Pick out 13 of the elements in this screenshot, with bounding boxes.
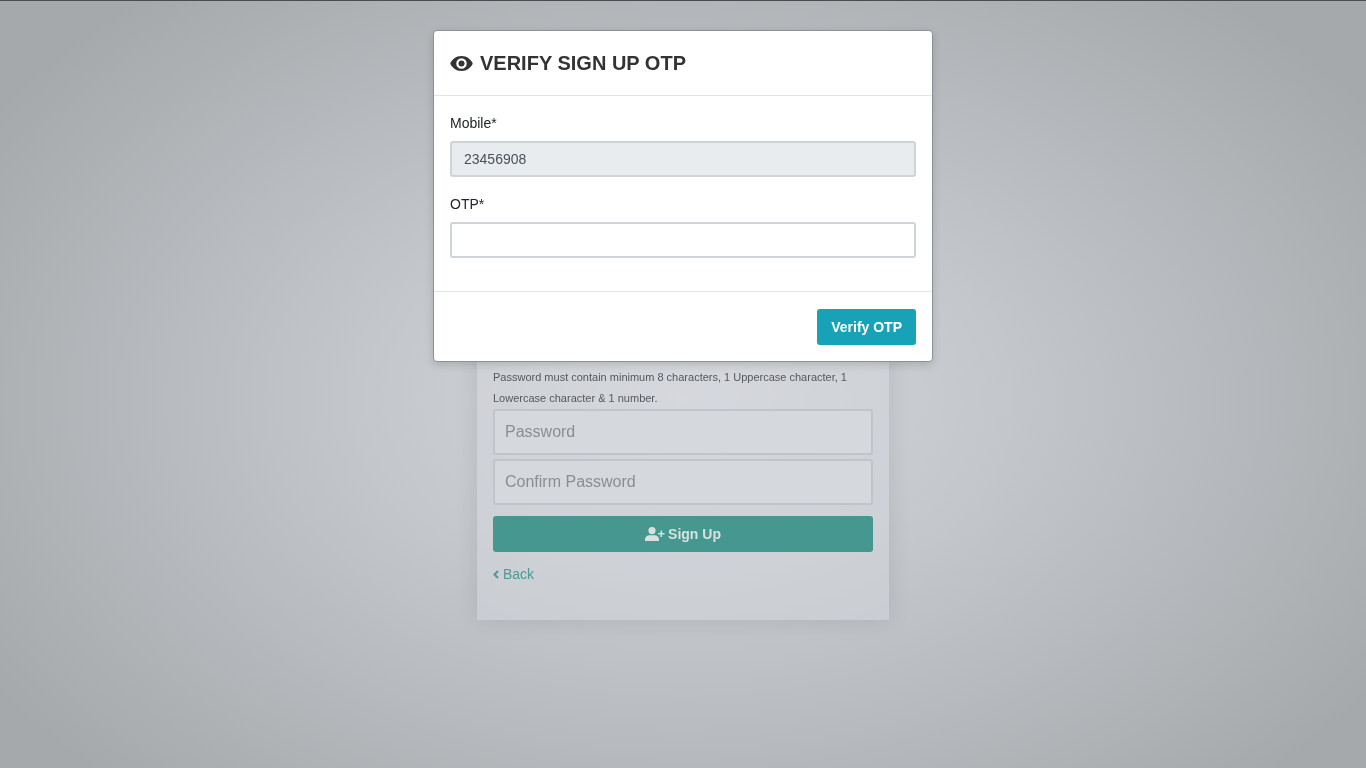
input-field[interactable] bbox=[450, 222, 916, 258]
verify-otp-button[interactable]: Verify OTP bbox=[817, 308, 916, 345]
chevron-left-icon bbox=[493, 569, 499, 579]
field-label: Mobile* bbox=[450, 114, 497, 132]
confirm-password-field[interactable]: Confirm Password bbox=[493, 459, 873, 505]
field-label: OTP* bbox=[450, 195, 485, 213]
password-field[interactable]: Password bbox=[493, 409, 873, 455]
password-hint: Password must contain minimum 8 characters, 1 Uppercase character, 1 Lowercase character & 1 number. bbox=[493, 370, 848, 406]
back-link[interactable]: Back bbox=[493, 564, 535, 584]
user-plus-icon bbox=[645, 527, 666, 541]
signup-button[interactable]: Sign Up bbox=[493, 516, 873, 552]
eye-icon bbox=[450, 55, 473, 71]
modal-title: VERIFY SIGN UP OTP bbox=[480, 51, 686, 75]
